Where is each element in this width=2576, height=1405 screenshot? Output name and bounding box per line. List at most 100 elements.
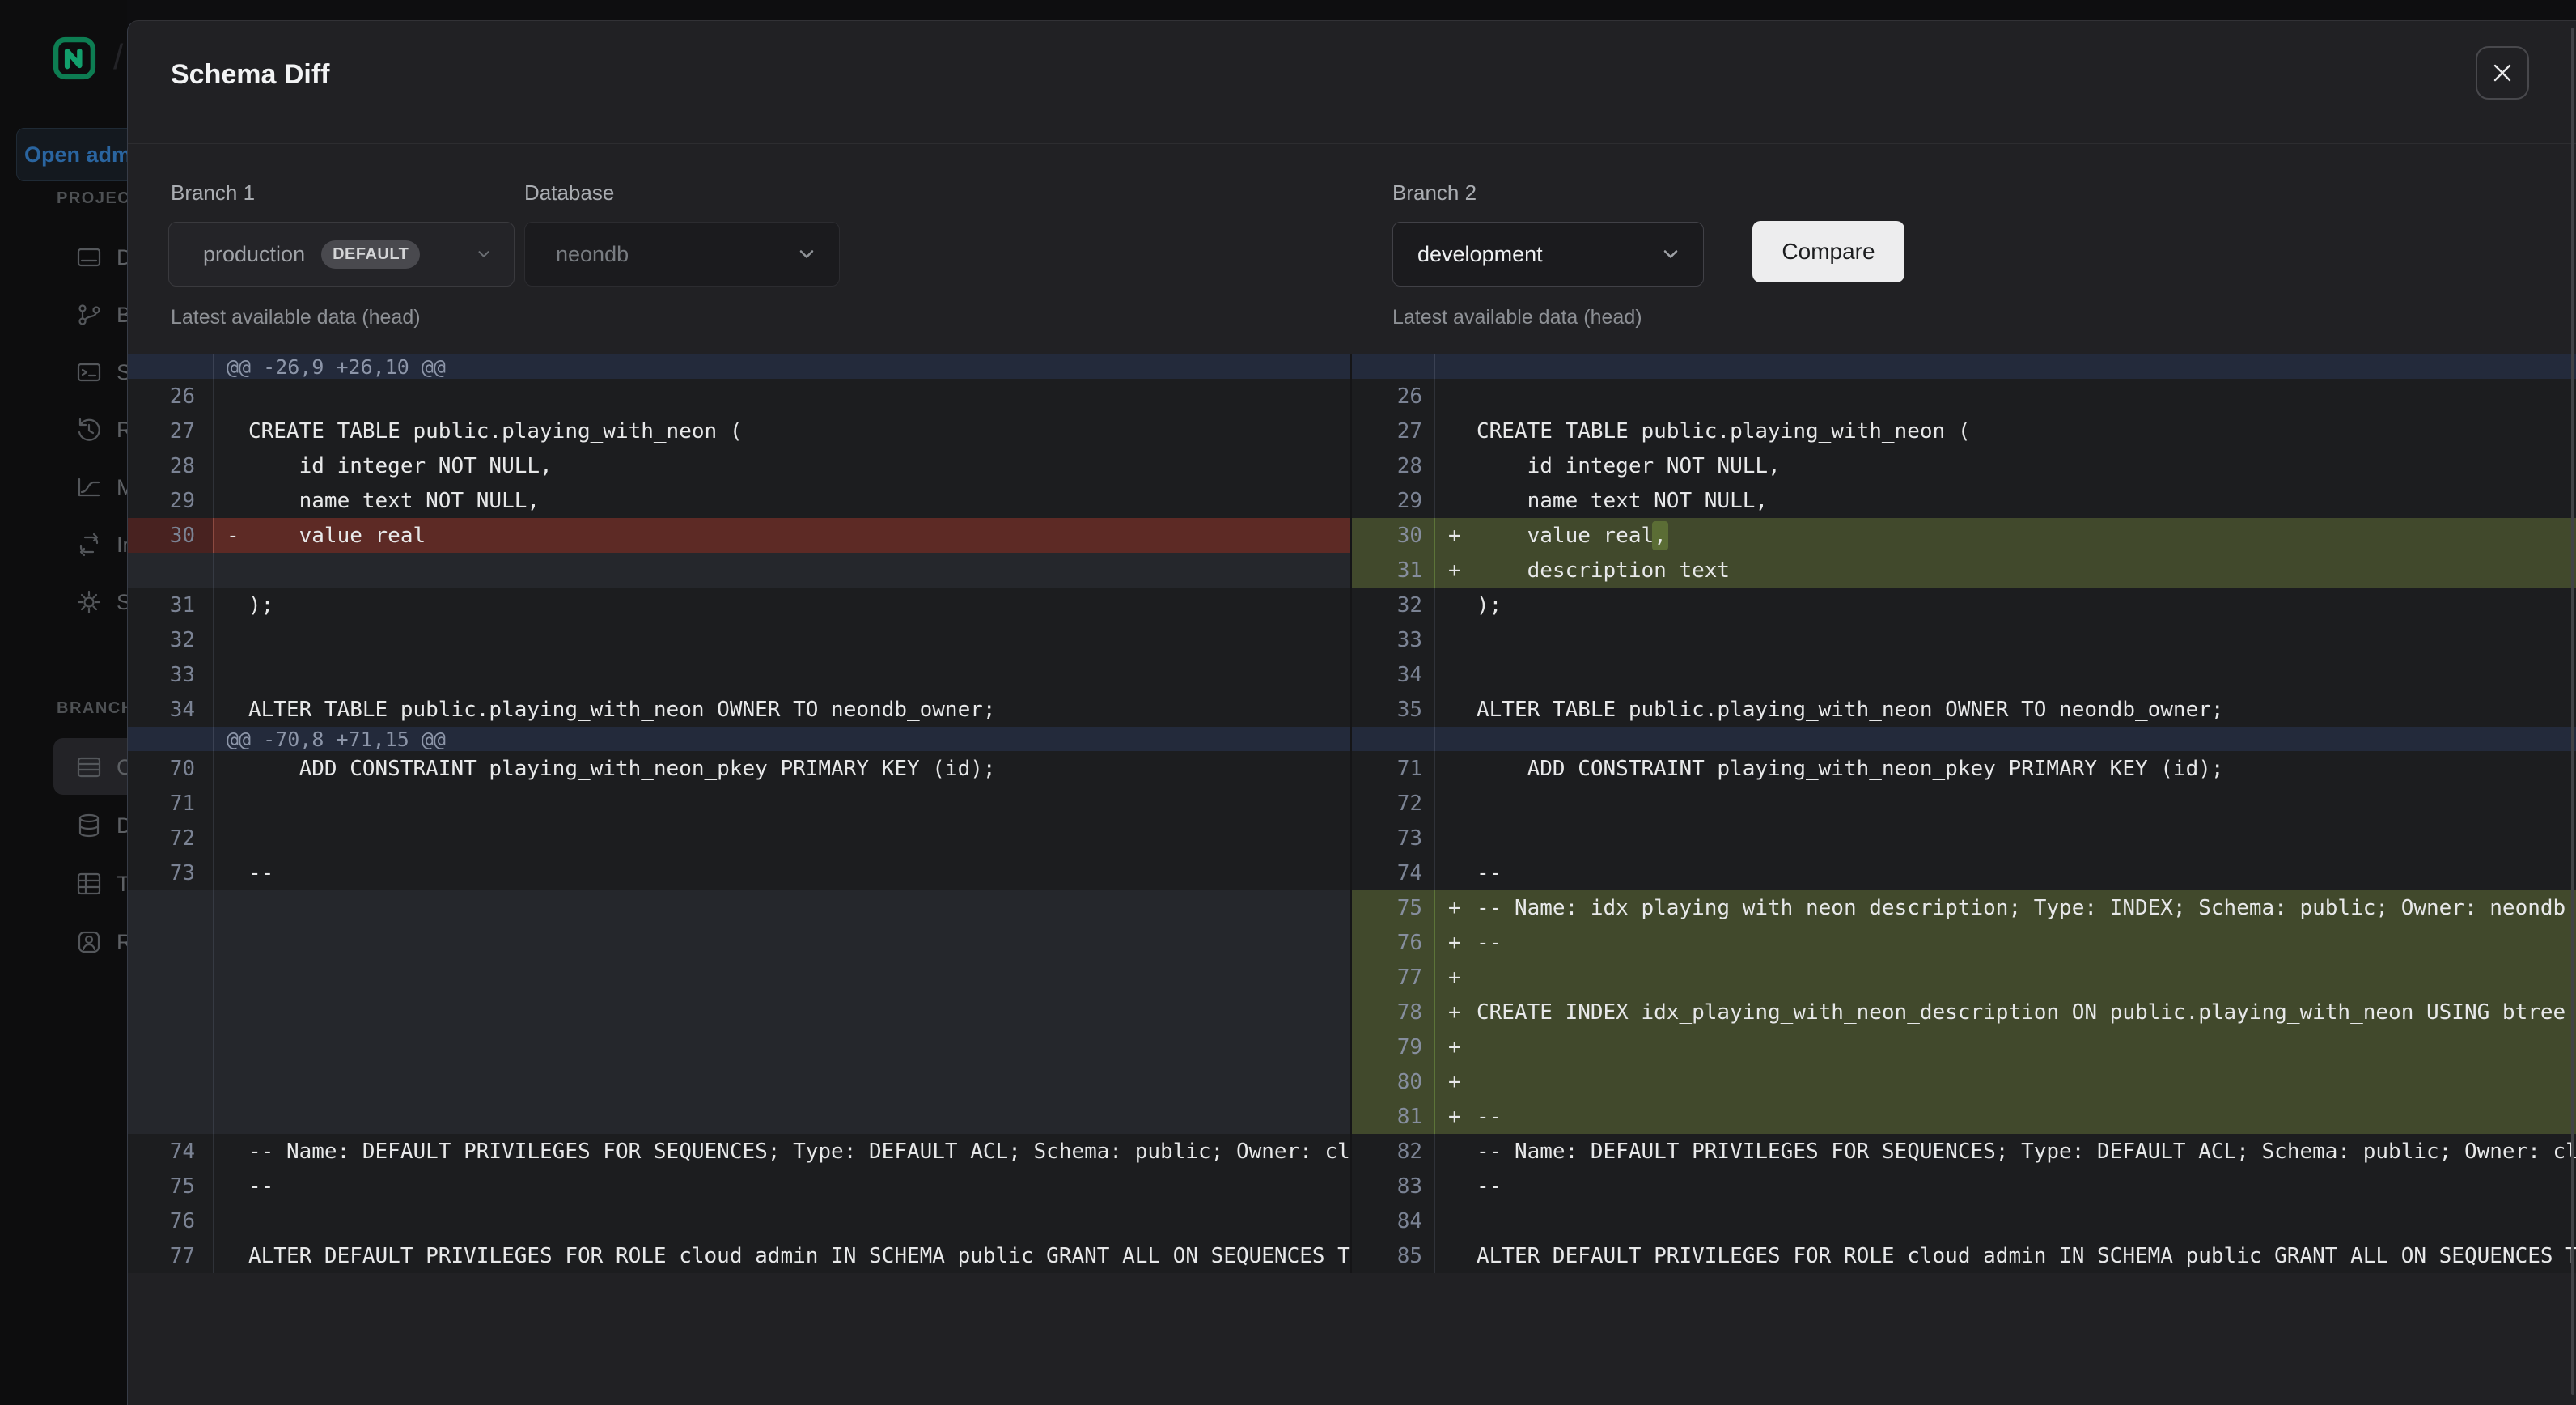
diff-row-ctx: 27CREATE TABLE public.playing_with_neon … (128, 414, 1350, 448)
sidebar-item-label: Dashboard (117, 245, 127, 270)
code-line: +CREATE INDEX idx_playing_with_neon_desc… (1434, 995, 2576, 1029)
sidebar-item-label: Roles (117, 930, 127, 955)
diff-marker: + (1448, 1070, 1477, 1094)
line-number (128, 727, 213, 751)
code-line: -- (1434, 855, 2576, 890)
code-line (213, 960, 1350, 995)
code-line: + (1434, 960, 2576, 995)
close-icon (2491, 62, 2514, 84)
sidebar-item-branches[interactable]: Branches (74, 300, 127, 329)
line-number: 35 (1352, 692, 1434, 727)
line-number: 30 (1352, 518, 1434, 553)
diff-row-add: 76+-- (1352, 925, 2576, 960)
code-line (213, 1029, 1350, 1064)
code-line: -- (213, 855, 1350, 890)
modal-scrollbar[interactable] (2571, 28, 2574, 1395)
line-number: 71 (128, 786, 213, 821)
branch1-select[interactable]: production DEFAULT (168, 222, 515, 287)
diff-marker: + (1448, 1035, 1477, 1059)
branch2-select[interactable]: development (1392, 222, 1704, 287)
line-number: 28 (1352, 448, 1434, 483)
database-label: Database (524, 180, 614, 206)
code-line (1434, 1203, 2576, 1238)
schema-diff-viewer: @@ -26,9 +26,10 @@2627CREATE TABLE publi… (128, 354, 2576, 1273)
diff-row-add: 81+-- (1352, 1099, 2576, 1134)
sidebar-item-label: Computes (117, 755, 127, 780)
diff-marker: + (1448, 966, 1477, 990)
diff-row-ctx: 84 (1352, 1203, 2576, 1238)
code-line (213, 1203, 1350, 1238)
sidebar-item-monitoring[interactable]: Monitoring (74, 473, 127, 502)
line-number: 74 (1352, 855, 1434, 890)
diff-row-ctx: 83-- (1352, 1169, 2576, 1203)
close-button[interactable] (2476, 46, 2529, 100)
diff-row-ctx: 33 (128, 657, 1350, 692)
branches-icon (74, 300, 104, 329)
diff-marker: + (1448, 896, 1477, 920)
code-line (213, 622, 1350, 657)
sidebar-item-sql-editor[interactable]: SQL Editor (74, 358, 127, 387)
neon-logo[interactable] (52, 36, 97, 81)
code-line: ); (1434, 588, 2576, 622)
sidebar-item-settings[interactable]: Settings (74, 588, 127, 617)
line-number: 75 (1352, 890, 1434, 925)
code-line: name text NOT NULL, (1434, 483, 2576, 518)
sidebar-item-databases[interactable]: Databases (74, 811, 127, 840)
code-line (1434, 786, 2576, 821)
code-line: + (1434, 1064, 2576, 1099)
sidebar-item-label: SQL Editor (117, 360, 127, 385)
sidebar-item-tables[interactable]: Tables (74, 869, 127, 898)
code-line: ALTER TABLE public.playing_with_neon OWN… (213, 692, 1350, 727)
compare-button[interactable]: Compare (1752, 221, 1904, 282)
diff-row-add: 30+ value real, (1352, 518, 2576, 553)
code-line: - value real (213, 518, 1350, 553)
code-line: name text NOT NULL, (213, 483, 1350, 518)
open-admin-link[interactable]: Open admin (16, 128, 127, 181)
header-divider (128, 143, 2576, 144)
code-line: + (1434, 1029, 2576, 1064)
line-number: 78 (1352, 995, 1434, 1029)
diff-row-add: 78+CREATE INDEX idx_playing_with_neon_de… (1352, 995, 2576, 1029)
line-number: 85 (1352, 1238, 1434, 1273)
diff-row-fill (128, 1099, 1350, 1134)
line-number: 70 (128, 751, 213, 786)
sidebar-item-dashboard[interactable]: Dashboard (74, 243, 127, 272)
line-number (128, 995, 213, 1029)
sidebar-item-restore[interactable]: Restore (74, 415, 127, 444)
line-number: 74 (128, 1134, 213, 1169)
sidebar-item-integrations[interactable]: Integrations (74, 530, 127, 559)
sidebar-item-computes[interactable]: Computes (74, 753, 127, 782)
code-line: +-- Name: idx_playing_with_neon_descript… (1434, 890, 2576, 925)
diff-row-add: 75+-- Name: idx_playing_with_neon_descri… (1352, 890, 2576, 925)
code-line: -- (213, 1169, 1350, 1203)
code-line: +-- (1434, 925, 2576, 960)
line-number: 32 (1352, 588, 1434, 622)
sidebar-item-label: Databases (117, 813, 127, 838)
sidebar-item-roles[interactable]: Roles (74, 927, 127, 957)
line-number: 75 (128, 1169, 213, 1203)
line-number (128, 960, 213, 995)
diff-row-hunk: @@ -70,8 +71,15 @@ (128, 727, 1350, 751)
code-line: -- Name: DEFAULT PRIVILEGES FOR SEQUENCE… (1434, 1134, 2576, 1169)
code-line: -- Name: DEFAULT PRIVILEGES FOR SEQUENCE… (213, 1134, 1350, 1169)
line-number: 33 (128, 657, 213, 692)
code-line (213, 379, 1350, 414)
hunk-header (1434, 727, 2576, 751)
diff-row-ctx: 26 (128, 379, 1350, 414)
line-number: 27 (128, 414, 213, 448)
line-number: 77 (1352, 960, 1434, 995)
logo-row: / (52, 36, 127, 84)
tables-icon (74, 869, 104, 898)
database-select[interactable]: neondb (524, 222, 840, 287)
line-number: 33 (1352, 622, 1434, 657)
branch1-note: Latest available data (head) (171, 306, 421, 329)
code-line: ALTER TABLE public.playing_with_neon OWN… (1434, 692, 2576, 727)
diff-row-ctx: 35ALTER TABLE public.playing_with_neon O… (1352, 692, 2576, 727)
diff-row-ctx: 85ALTER DEFAULT PRIVILEGES FOR ROLE clou… (1352, 1238, 2576, 1273)
line-number: 73 (1352, 821, 1434, 855)
diff-row-ctx: 71 (128, 786, 1350, 821)
database-value: neondb (556, 242, 629, 267)
diff-row-ctx: 32); (1352, 588, 2576, 622)
branch2-value: development (1417, 242, 1543, 267)
diff-marker: + (1448, 931, 1477, 955)
